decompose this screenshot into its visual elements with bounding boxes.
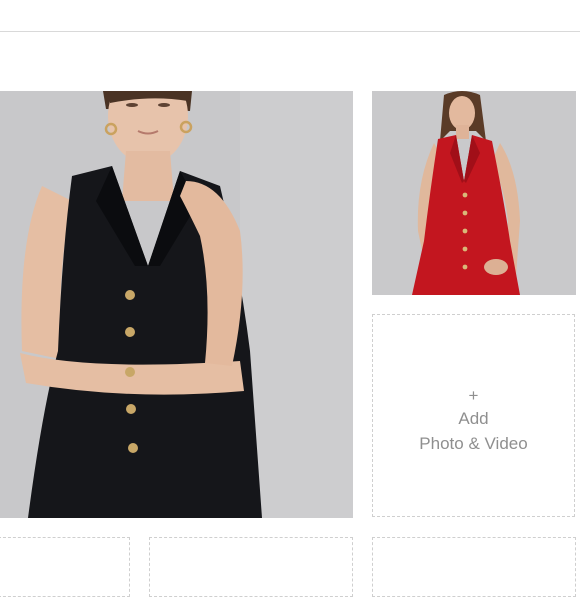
empty-media-slot[interactable] — [372, 537, 576, 597]
empty-media-slot[interactable] — [149, 537, 353, 597]
plus-icon: + — [468, 385, 479, 405]
photo-video-label: Photo & Video — [419, 433, 528, 453]
media-photo-black-dress[interactable] — [0, 91, 353, 518]
top-bar — [0, 0, 580, 31]
black-dress-image — [0, 91, 353, 518]
add-label: Add — [458, 408, 489, 428]
media-photo-red-dress[interactable] — [372, 91, 576, 295]
header-divider — [0, 31, 580, 32]
empty-media-slot[interactable] — [0, 537, 130, 597]
red-dress-image — [372, 91, 576, 295]
add-photo-video-button[interactable]: + Add Photo & Video — [372, 314, 575, 517]
